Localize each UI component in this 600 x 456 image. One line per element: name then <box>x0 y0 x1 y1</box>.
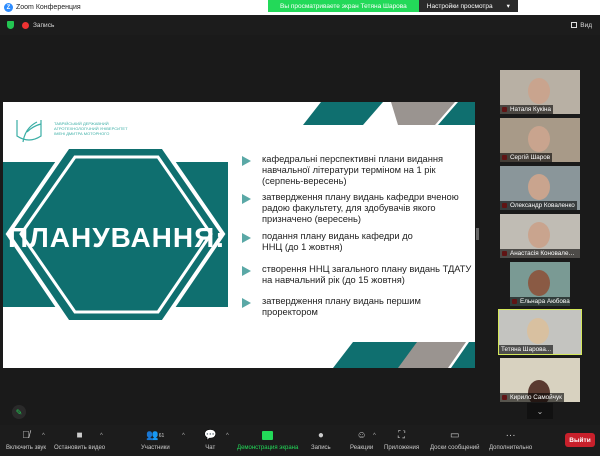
university-logo <box>16 120 42 143</box>
chat-button[interactable]: 💬 Чат <box>204 429 216 451</box>
window-title: Zoom Конференция <box>16 4 81 11</box>
video-tile[interactable]: Анастасія Коноваленко <box>500 214 580 258</box>
bullet-item: затвердження плану видань першим прорект… <box>242 296 472 318</box>
more-label: Дополнительно <box>489 445 533 451</box>
reactions-button[interactable]: ☺ Реакции <box>350 429 373 451</box>
bullet-item: затвердження плану видань кафедри вченою… <box>242 192 472 225</box>
chat-icon: 💬 <box>204 430 217 441</box>
view-options-button[interactable]: Настройки просмотра ▾ <box>418 0 518 12</box>
chevron-down-icon: ▾ <box>506 3 510 10</box>
share-banner: Вы просматриваете экран Тетяна Шарова На… <box>268 0 518 12</box>
arrow-bullet-icon <box>242 233 251 243</box>
whiteboards-button[interactable]: ▭ Доски сообщений <box>430 429 480 451</box>
view-button[interactable]: Вид <box>571 22 592 29</box>
participant-video <box>528 174 550 200</box>
logo-line: ІМЕНІ ДМИТРА МОТОРНОГО <box>54 131 110 136</box>
participant-name: Олександр Коваленко <box>500 201 577 210</box>
meeting-top-bar: Запись Вид <box>0 15 600 35</box>
bullet-text: затвердження плану видань першим прорект… <box>262 296 421 317</box>
recording-indicator[interactable]: Запись <box>33 22 54 29</box>
smiley-plus-icon: ☺ <box>356 430 367 441</box>
share-status: Вы просматриваете экран Тетяна Шарова <box>268 0 419 12</box>
pencil-icon: ✎ <box>15 407 23 417</box>
unmute-button[interactable]: 🎙̸ Включить звук <box>6 429 46 451</box>
participant-name: Наталя Кукіна <box>500 105 554 114</box>
apps-label: Приложения <box>384 445 420 451</box>
unmute-label: Включить звук <box>6 445 47 451</box>
video-camera-icon: ■ <box>76 430 83 441</box>
participant-name: Ельнара Аюбова <box>510 297 570 306</box>
splitter-handle[interactable] <box>476 228 479 240</box>
participant-name: Кирило Самойчук <box>500 393 564 402</box>
arrow-bullet-icon <box>242 266 251 276</box>
video-label: Остановить видео <box>54 445 106 451</box>
logo-text: ТАВРІЙСЬКИЙ ДЕРЖАВНИЙ АГРОТЕХНОЛОГІЧНИЙ … <box>54 121 128 136</box>
leave-button[interactable]: Выйти <box>565 433 595 447</box>
participant-name: Сергій Шаров <box>500 153 553 162</box>
participant-video <box>528 126 550 152</box>
arrow-bullet-icon <box>242 156 251 166</box>
apps-button[interactable]: ⛶ Приложения <box>384 429 419 451</box>
arrow-bullet-icon <box>242 298 251 308</box>
meeting-toolbar: 🎙̸ Включить звук ^ ■ Остановить видео ^ 👥 6… <box>0 425 600 456</box>
view-options-label: Настройки просмотра <box>426 2 493 10</box>
video-tile-active-speaker[interactable]: Тетяна Шарова... <box>498 309 582 355</box>
record-icon: ● <box>317 430 324 441</box>
zoom-logo-icon: Z <box>4 3 13 12</box>
participant-name: Анастасія Коноваленко <box>500 249 580 258</box>
record-button[interactable]: ● Запись <box>311 429 331 451</box>
deco-stripe <box>303 102 383 125</box>
slide-heading: ПЛАНУВАННЯ: <box>8 222 226 253</box>
view-label: Вид <box>580 21 592 29</box>
video-tile[interactable]: Кирило Самойчук <box>500 358 580 402</box>
mic-muted-icon: 🎙̸ <box>22 430 30 441</box>
record-label: Запись <box>311 445 331 451</box>
video-tile[interactable]: Ельнара Аюбова <box>510 262 570 306</box>
participant-video <box>528 78 550 104</box>
bullet-item: кафедральні перспективні плани видання н… <box>242 154 472 187</box>
scroll-gallery-down-button[interactable]: ⌄ <box>527 403 553 419</box>
video-tile[interactable]: Сергій Шаров <box>500 118 580 162</box>
participants-button[interactable]: 👥 61 Участники <box>141 429 170 451</box>
shared-slide: ТАВРІЙСЬКИЙ ДЕРЖАВНИЙ АГРОТЕХНОЛОГІЧНИЙ … <box>3 102 475 368</box>
participants-count: 61 <box>158 432 165 439</box>
bullet-item: подання плану видань кафедри до ННЦ (до … <box>242 231 472 253</box>
video-options-caret[interactable]: ^ <box>100 433 103 439</box>
participants-icon: 👥 61 <box>146 430 165 441</box>
participant-name: Тетяна Шарова... <box>499 345 554 354</box>
annotate-button[interactable]: ✎ <box>12 405 26 419</box>
audio-options-caret[interactable]: ^ <box>42 433 45 439</box>
more-button[interactable]: ··· Дополнительно <box>489 429 532 451</box>
reactions-label: Реакции <box>350 445 374 451</box>
share-screen-icon <box>262 429 274 442</box>
video-tile[interactable]: Наталя Кукіна <box>500 70 580 114</box>
grid-icon <box>571 22 578 28</box>
bullet-text: кафедральні перспективні плани видання н… <box>262 154 444 186</box>
participants-options-caret[interactable]: ^ <box>182 433 185 439</box>
chevron-down-icon: ⌄ <box>536 406 544 416</box>
participants-label: Участники <box>141 445 170 451</box>
more-dots-icon: ··· <box>505 430 516 441</box>
stop-video-button[interactable]: ■ Остановить видео <box>54 429 105 451</box>
reactions-options-caret[interactable]: ^ <box>373 433 376 439</box>
shield-icon[interactable] <box>7 21 14 29</box>
whiteboards-label: Доски сообщений <box>430 445 480 451</box>
bullet-text: створення ННЦ загального плану видань ТД… <box>262 264 472 285</box>
bullet-item: створення ННЦ загального плану видань ТД… <box>242 264 472 286</box>
video-tile[interactable]: Олександр Коваленко <box>500 166 580 210</box>
apps-icon: ⛶ <box>398 430 406 441</box>
record-icon <box>22 21 29 29</box>
participant-video <box>528 222 550 248</box>
bullet-text: затвердження плану видань кафедри вченою… <box>262 192 459 224</box>
chat-label: Чат <box>205 445 216 451</box>
chat-options-caret[interactable]: ^ <box>226 433 229 439</box>
share-label: Демонстрация экрана <box>237 445 299 451</box>
participant-video <box>528 270 550 296</box>
arrow-bullet-icon <box>242 194 251 204</box>
share-screen-button[interactable]: Демонстрация экрана <box>237 429 298 451</box>
bullet-text: подання плану видань кафедри до ННЦ (до … <box>262 231 413 252</box>
participant-video <box>527 318 549 344</box>
whiteboard-icon: ▭ <box>450 430 460 441</box>
